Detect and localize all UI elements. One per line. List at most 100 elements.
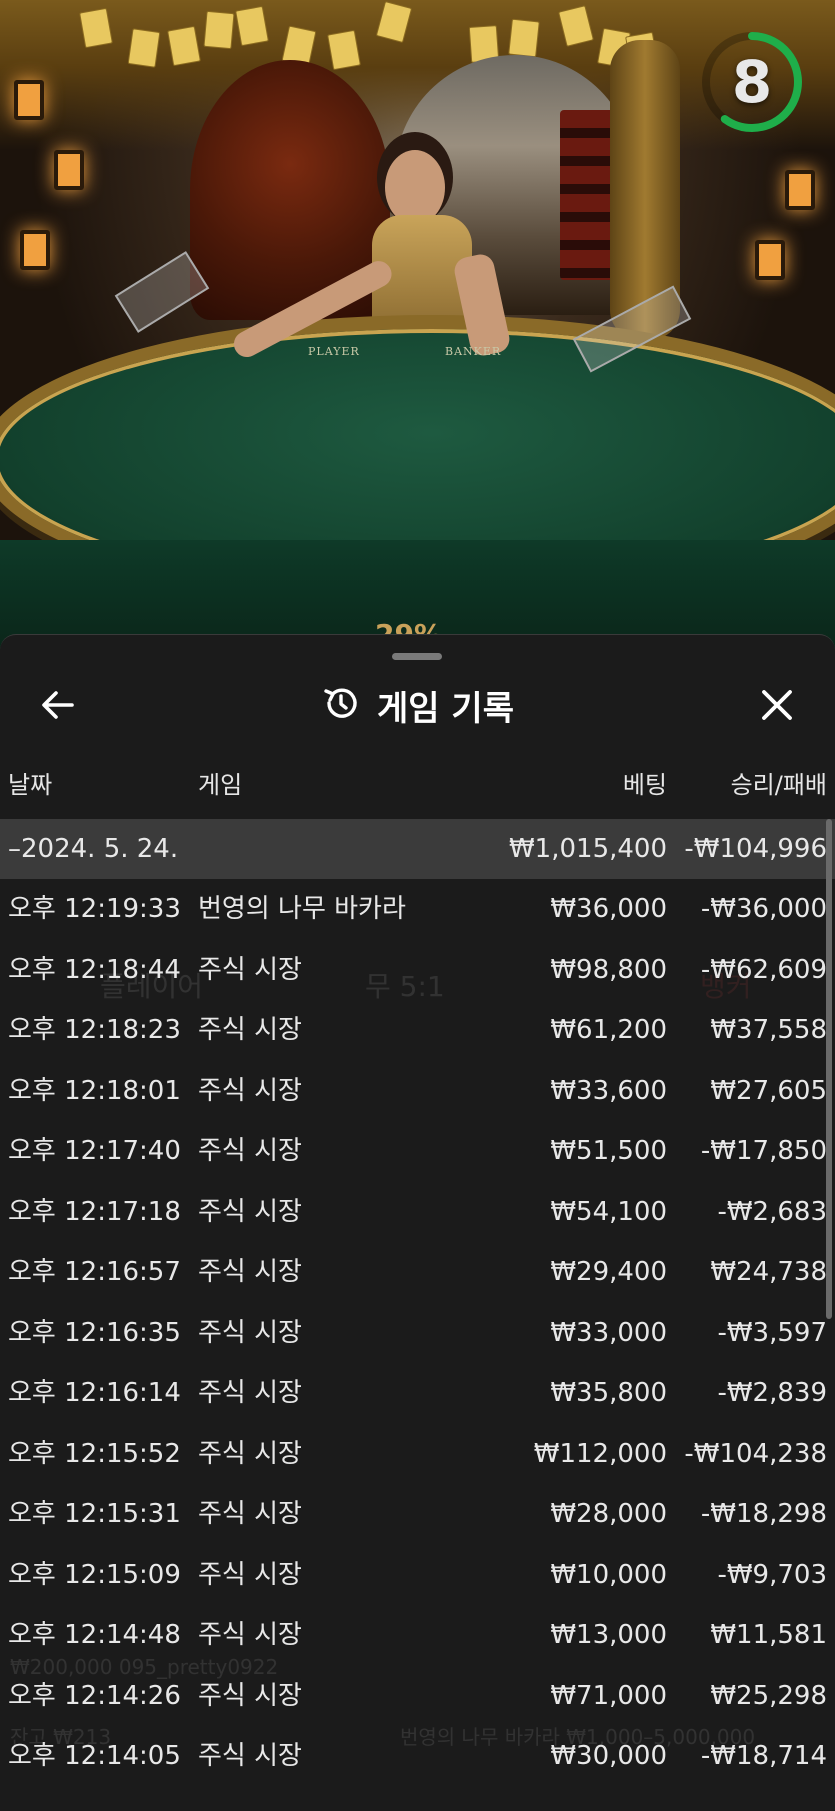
history-row[interactable]: 오후 12:17:18 주식 시장 ₩54,100 -₩2,683 — [0, 1182, 835, 1243]
row-time: 오후 12:15:09 — [8, 1559, 181, 1590]
row-time: 오후 12:18:44 — [8, 954, 181, 985]
row-game: 주식 시장 — [198, 1196, 302, 1227]
summary-win-loss: -₩104,996 — [684, 834, 827, 864]
row-time: 오후 12:16:57 — [8, 1257, 181, 1287]
title-group: 게임 기록 — [0, 675, 835, 735]
row-bet: ₩30,000 — [550, 1741, 667, 1771]
arrow-left-icon — [36, 691, 80, 731]
summary-bet: ₩1,015,400 — [508, 834, 667, 864]
hanging-card-decoration — [203, 10, 235, 50]
row-win-loss: -₩18,714 — [700, 1741, 827, 1771]
row-win-loss: ₩27,605 — [710, 1075, 827, 1106]
row-bet: ₩33,000 — [550, 1317, 667, 1348]
history-row[interactable]: 오후 12:17:40 주식 시장 ₩51,500 -₩17,850 — [0, 1121, 835, 1182]
history-row[interactable]: 오후 12:15:31 주식 시장 ₩28,000 -₩18,298 — [0, 1484, 835, 1545]
row-win-loss: -₩104,238 — [684, 1438, 827, 1469]
hanging-card-decoration — [127, 28, 161, 68]
history-row[interactable]: 오후 12:15:09 주식 시장 ₩10,000 -₩9,703 — [0, 1545, 835, 1606]
history-row[interactable]: 오후 12:14:48 주식 시장 ₩13,000 ₩11,581 — [0, 1605, 835, 1666]
row-time: 오후 12:16:35 — [8, 1317, 181, 1348]
history-row[interactable]: 오후 12:18:23 주식 시장 ₩61,200 ₩37,558 — [0, 1000, 835, 1061]
row-win-loss: -₩36,000 — [700, 894, 827, 924]
row-win-loss: ₩11,581 — [710, 1620, 827, 1650]
row-bet: ₩51,500 — [550, 1136, 667, 1166]
history-row[interactable]: 오후 12:16:14 주식 시장 ₩35,800 -₩2,839 — [0, 1363, 835, 1424]
table-label-banker: BANKER — [445, 345, 502, 358]
row-bet: ₩112,000 — [533, 1438, 667, 1469]
column-header-game: 게임 — [198, 771, 243, 799]
history-icon — [321, 683, 361, 727]
sheet-header: 게임 기록 — [0, 675, 835, 735]
row-game: 주식 시장 — [198, 1136, 302, 1166]
row-time: 오후 12:14:48 — [8, 1620, 181, 1650]
hanging-card-decoration — [167, 25, 201, 67]
row-bet: ₩36,000 — [550, 894, 667, 924]
row-time: 오후 12:17:18 — [8, 1196, 181, 1227]
live-dealer-video: PLAYER BANKER 8 29% — [0, 0, 835, 660]
row-time: 오후 12:17:40 — [8, 1136, 181, 1166]
hanging-card-decoration — [508, 18, 540, 58]
date-group-summary-row[interactable]: –2024. 5. 24. ₩1,015,400 -₩104,996 — [0, 819, 835, 879]
summary-date: –2024. 5. 24. — [8, 834, 179, 864]
lantern-decoration — [14, 80, 44, 120]
sheet-title: 게임 기록 — [377, 688, 514, 729]
column-header-bet: 베팅 — [622, 771, 667, 799]
dealer-head — [385, 150, 445, 225]
lantern-decoration — [785, 170, 815, 210]
row-game: 주식 시장 — [198, 1257, 302, 1287]
history-row[interactable]: 오후 12:19:33 번영의 나무 바카라 ₩36,000 -₩36,000 — [0, 879, 835, 940]
table-label-player: PLAYER — [308, 345, 360, 358]
history-row[interactable]: 오후 12:18:44 주식 시장 ₩98,800 -₩62,609 — [0, 940, 835, 1001]
history-row[interactable]: 오후 12:16:35 주식 시장 ₩33,000 -₩3,597 — [0, 1303, 835, 1364]
scrollbar[interactable] — [826, 819, 832, 1319]
row-time: 오후 12:14:05 — [8, 1741, 181, 1771]
row-win-loss: -₩2,839 — [717, 1378, 827, 1408]
row-time: 오후 12:18:23 — [8, 1015, 181, 1045]
history-row[interactable]: 오후 12:18:01 주식 시장 ₩33,600 ₩27,605 — [0, 1061, 835, 1122]
history-row[interactable]: 오후 12:14:05 주식 시장 ₩30,000 -₩18,714 — [0, 1726, 835, 1787]
history-row[interactable]: 오후 12:15:52 주식 시장 ₩112,000 -₩104,238 — [0, 1424, 835, 1485]
row-game: 주식 시장 — [198, 1741, 302, 1771]
game-history-sheet: 플레이어 무 5:1 뱅커 ₩200,000 095_pretty0922 번영… — [0, 634, 835, 1811]
back-button[interactable] — [36, 683, 80, 727]
close-button[interactable] — [755, 683, 799, 727]
history-list: –2024. 5. 24. ₩1,015,400 -₩104,996 오후 12… — [0, 819, 835, 1787]
column-header-date: 날짜 — [8, 771, 53, 799]
row-time: 오후 12:19:33 — [8, 894, 181, 924]
history-rows: 오후 12:19:33 번영의 나무 바카라 ₩36,000 -₩36,000 오후 1… — [0, 879, 835, 1787]
row-bet: ₩98,800 — [550, 954, 667, 985]
row-game: 주식 시장 — [198, 1680, 302, 1711]
hanging-card-decoration — [327, 29, 361, 71]
row-time: 오후 12:15:31 — [8, 1499, 181, 1529]
row-win-loss: -₩62,609 — [700, 954, 827, 985]
countdown-timer: 8 — [700, 30, 804, 134]
row-win-loss: -₩9,703 — [717, 1559, 827, 1590]
row-time: 오후 12:18:01 — [8, 1075, 181, 1106]
row-win-loss: -₩2,683 — [717, 1196, 827, 1227]
row-bet: ₩29,400 — [550, 1257, 667, 1287]
row-win-loss: ₩25,298 — [710, 1680, 827, 1711]
row-bet: ₩71,000 — [550, 1680, 667, 1711]
row-game: 주식 시장 — [198, 954, 302, 985]
history-row[interactable]: 오후 12:16:57 주식 시장 ₩29,400 ₩24,738 — [0, 1242, 835, 1303]
row-bet: ₩28,000 — [550, 1499, 667, 1529]
countdown-value: 8 — [731, 48, 773, 116]
lantern-decoration — [54, 150, 84, 190]
row-time: 오후 12:16:14 — [8, 1378, 181, 1408]
lantern-decoration — [20, 230, 50, 270]
row-game: 주식 시장 — [198, 1075, 302, 1106]
history-row[interactable]: 오후 12:14:26 주식 시장 ₩71,000 ₩25,298 — [0, 1666, 835, 1727]
hanging-card-decoration — [79, 7, 113, 49]
row-game: 주식 시장 — [198, 1015, 302, 1045]
drag-handle[interactable] — [392, 653, 442, 660]
row-bet: ₩61,200 — [550, 1015, 667, 1045]
row-game: 주식 시장 — [198, 1559, 302, 1590]
row-win-loss: -₩18,298 — [700, 1499, 827, 1529]
row-game: 번영의 나무 바카라 — [198, 894, 406, 924]
row-win-loss: -₩3,597 — [717, 1317, 827, 1348]
row-time: 오후 12:14:26 — [8, 1680, 181, 1711]
row-game: 주식 시장 — [198, 1620, 302, 1650]
row-bet: ₩54,100 — [550, 1196, 667, 1227]
row-win-loss: ₩37,558 — [710, 1015, 827, 1045]
row-game: 주식 시장 — [198, 1378, 302, 1408]
